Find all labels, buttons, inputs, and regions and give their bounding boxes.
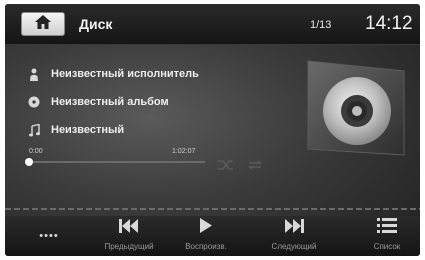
- title-row: Неизвестный: [27, 123, 124, 137]
- elapsed-time: 0:00: [29, 148, 43, 155]
- play-icon: [199, 218, 213, 238]
- track-counter: 1/13: [310, 19, 332, 31]
- next-label: Следующий: [271, 242, 317, 251]
- track-title: Неизвестный: [51, 124, 125, 136]
- source-title: Диск: [79, 16, 113, 32]
- skip-previous-icon: [119, 219, 139, 238]
- artist-name: Неизвестный исполнитель: [51, 68, 199, 80]
- list-label: Список: [373, 242, 401, 251]
- header-bar: Диск 1/13 14:12: [5, 4, 420, 45]
- progress-bar[interactable]: [25, 158, 205, 166]
- shuffle-icon[interactable]: [217, 157, 235, 175]
- skip-next-icon: [284, 219, 304, 238]
- disc-icon: [27, 95, 41, 109]
- repeat-icon[interactable]: [247, 157, 263, 175]
- home-button[interactable]: [21, 12, 65, 36]
- music-note-icon: [27, 123, 41, 137]
- play-label: Воспроизв.: [185, 242, 227, 251]
- album-row: Неизвестный альбом: [27, 95, 169, 109]
- clock: 14:12: [365, 13, 413, 34]
- total-time: 1:02:07: [172, 148, 196, 155]
- divider: [5, 208, 420, 210]
- album-art: [300, 59, 408, 159]
- list-icon: [377, 218, 397, 238]
- player-screen: Диск 1/13 14:12 Неизвестный исполнитель …: [5, 4, 420, 256]
- previous-label: Предыдущий: [104, 242, 154, 251]
- play-button[interactable]: Воспроизв.: [175, 216, 237, 256]
- list-button[interactable]: Список: [367, 216, 407, 256]
- home-icon: [34, 14, 52, 35]
- more-label: ••••: [39, 230, 59, 242]
- more-button[interactable]: ••••: [27, 216, 71, 256]
- artist-row: Неизвестный исполнитель: [27, 67, 199, 81]
- album-name: Неизвестный альбом: [51, 96, 169, 108]
- progress-handle[interactable]: [25, 158, 33, 166]
- person-icon: [27, 67, 41, 81]
- previous-button[interactable]: Предыдущий: [97, 216, 161, 256]
- next-button[interactable]: Следующий: [264, 216, 324, 256]
